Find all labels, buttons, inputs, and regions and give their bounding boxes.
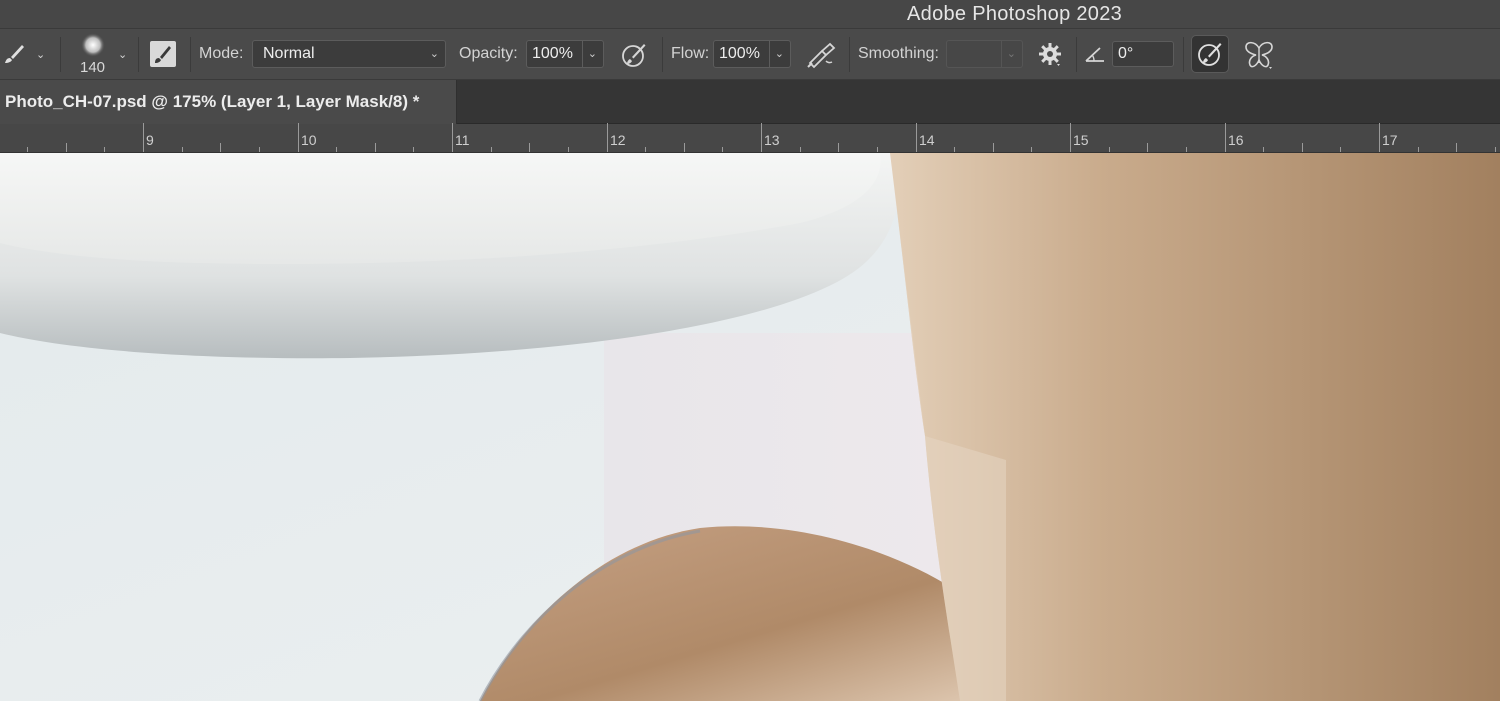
mode-label: Mode: — [199, 45, 244, 62]
ruler-major-tick — [607, 123, 608, 152]
opacity-value: 100% — [532, 45, 573, 62]
document-tab-title: Photo_CH-07.psd @ 175% (Layer 1, Layer M… — [5, 92, 420, 111]
ruler-major-tick — [1379, 123, 1380, 152]
brush-icon[interactable] — [2, 42, 26, 66]
opacity-label: Opacity: — [459, 45, 518, 62]
ruler-minor-tick — [1456, 143, 1457, 152]
ruler-minor-tick — [1418, 147, 1419, 152]
document-canvas[interactable] — [0, 153, 1500, 701]
ruler-minor-tick — [1186, 147, 1187, 152]
airbrush-icon[interactable] — [806, 41, 836, 69]
brush-preset-chevron-down-icon[interactable]: ⌄ — [118, 48, 127, 61]
angle-icon — [1084, 45, 1106, 63]
ruler-minor-tick — [954, 147, 955, 152]
ruler-major-tick — [761, 123, 762, 152]
chevron-down-icon: ⌄ — [587, 48, 597, 60]
title-bar: Adobe Photoshop 2023 — [0, 0, 1500, 29]
flow-label: Flow: — [671, 45, 710, 62]
separator — [190, 37, 191, 72]
ruler-minor-tick — [1263, 147, 1264, 152]
separator — [662, 37, 663, 72]
separator — [1183, 37, 1184, 72]
brush-settings-panel-icon[interactable] — [150, 41, 176, 67]
ruler-label: 16 — [1228, 132, 1244, 148]
ruler-minor-tick — [1302, 143, 1303, 152]
ruler-minor-tick — [259, 147, 260, 152]
ruler-major-tick — [916, 123, 917, 152]
horizontal-ruler[interactable]: 9 10 11 12 13 14 15 16 17 — [0, 123, 1500, 153]
ruler-minor-tick — [800, 147, 801, 152]
mode-value: Normal — [263, 45, 315, 62]
ruler-label: 14 — [919, 132, 935, 148]
ruler-minor-tick — [684, 143, 685, 152]
ruler-minor-tick — [336, 147, 337, 152]
gear-icon[interactable] — [1038, 42, 1064, 68]
ruler-minor-tick — [1031, 147, 1032, 152]
ruler-label: 15 — [1073, 132, 1089, 148]
app-title: Adobe Photoshop 2023 — [907, 3, 1123, 25]
photo-image — [0, 153, 1500, 701]
separator — [1076, 37, 1077, 72]
separator — [60, 37, 61, 72]
smoothing-label: Smoothing: — [858, 45, 939, 62]
ruler-minor-tick — [1340, 147, 1341, 152]
angle-value: 0° — [1118, 45, 1134, 62]
ruler-minor-tick — [491, 147, 492, 152]
chevron-down-icon: ⌄ — [1006, 48, 1016, 60]
document-tab-bar: Photo_CH-07.psd @ 175% (Layer 1, Layer M… — [0, 80, 1500, 124]
angle-input[interactable]: 0° — [1112, 41, 1174, 67]
brush-size-value: 140 — [80, 59, 106, 76]
ruler-minor-tick — [645, 147, 646, 152]
ruler-major-tick — [452, 123, 453, 152]
soft-brush-tip-icon — [81, 33, 105, 57]
ruler-label: 12 — [610, 132, 626, 148]
ruler-minor-tick — [838, 143, 839, 152]
ruler-minor-tick — [993, 143, 994, 152]
smoothing-input[interactable]: ⌄ — [946, 40, 1023, 68]
symmetry-butterfly-icon[interactable] — [1243, 39, 1275, 71]
ruler-label: 9 — [146, 132, 154, 148]
chevron-down-icon: ⌄ — [429, 48, 439, 60]
ruler-minor-tick — [1495, 147, 1496, 152]
document-tab[interactable]: Photo_CH-07.psd @ 175% (Layer 1, Layer M… — [0, 80, 457, 124]
tool-preset-chevron-down-icon[interactable]: ⌄ — [36, 48, 45, 61]
ruler-minor-tick — [104, 147, 105, 152]
ruler-label: 17 — [1382, 132, 1398, 148]
separator — [849, 37, 850, 72]
ruler-minor-tick — [27, 147, 28, 152]
ruler-minor-tick — [220, 143, 221, 152]
ruler-minor-tick — [66, 143, 67, 152]
ruler-minor-tick — [1147, 143, 1148, 152]
ruler-minor-tick — [877, 147, 878, 152]
ruler-minor-tick — [182, 147, 183, 152]
pressure-size-icon[interactable] — [1191, 35, 1229, 73]
ruler-label: 10 — [301, 132, 317, 148]
ruler-minor-tick — [529, 143, 530, 152]
options-bar: ⌄ 140 ⌄ Mode: Normal ⌄ Opacity: 100% ⌄ F… — [0, 29, 1500, 80]
ruler-minor-tick — [568, 147, 569, 152]
ruler-label: 11 — [455, 132, 470, 148]
ruler-minor-tick — [413, 147, 414, 152]
flow-value: 100% — [719, 45, 760, 62]
opacity-input[interactable]: 100% ⌄ — [526, 40, 604, 68]
mode-select[interactable]: Normal ⌄ — [252, 40, 446, 68]
separator — [138, 37, 139, 72]
ruler-major-tick — [1225, 123, 1226, 152]
ruler-major-tick — [1070, 123, 1071, 152]
ruler-minor-tick — [375, 143, 376, 152]
ruler-minor-tick — [722, 147, 723, 152]
ruler-minor-tick — [1109, 147, 1110, 152]
flow-input[interactable]: 100% ⌄ — [713, 40, 791, 68]
ruler-major-tick — [298, 123, 299, 152]
brush-preset-picker[interactable]: 140 — [76, 33, 110, 77]
ruler-label: 13 — [764, 132, 780, 148]
chevron-down-icon: ⌄ — [774, 48, 784, 60]
pressure-opacity-icon[interactable] — [620, 41, 648, 69]
ruler-major-tick — [143, 123, 144, 152]
